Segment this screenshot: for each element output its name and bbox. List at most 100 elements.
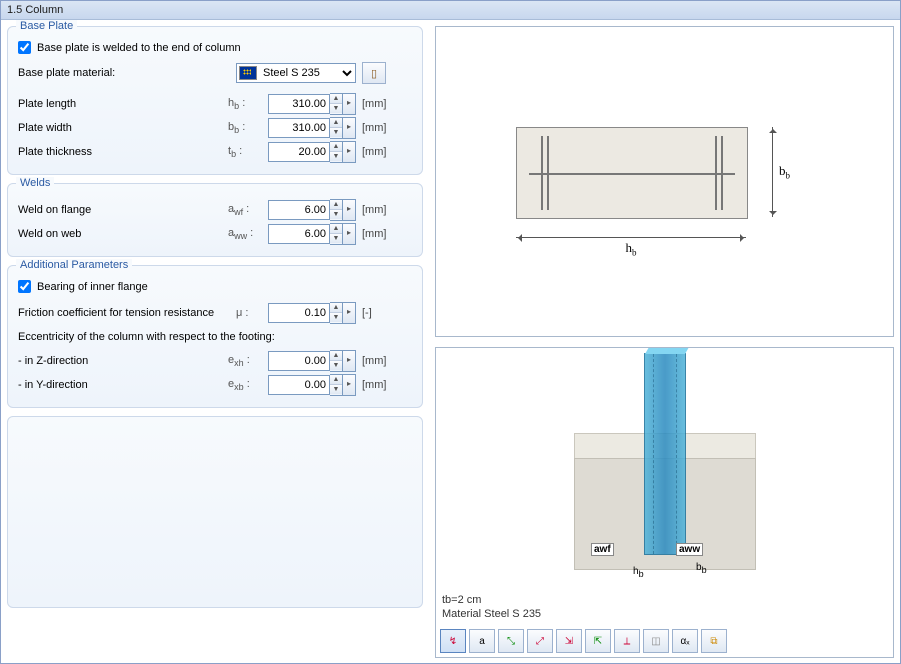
ecc-y-symbol: exb : [228, 378, 268, 392]
iso-info: tb=2 cm Material Steel S 235 [442, 593, 541, 621]
friction-label: Friction coefficient for tension resista… [18, 307, 236, 319]
callout-hb: hb [631, 566, 646, 579]
ecc-z-unit: [mm] [362, 355, 386, 367]
window-title: 1.5 Column [1, 1, 900, 20]
plate-thickness-picker[interactable]: ▸ [343, 141, 356, 163]
weld-flange-input[interactable] [268, 200, 330, 220]
plate-width-label: Plate width [18, 122, 228, 134]
weld-web-picker[interactable]: ▸ [343, 223, 356, 245]
weld-flange-unit: [mm] [362, 204, 386, 216]
plate-length-picker[interactable]: ▸ [343, 93, 356, 115]
friction-picker[interactable]: ▸ [343, 302, 356, 324]
group-title: Welds [16, 177, 54, 189]
iso-icon: ◫ [651, 636, 660, 647]
callout-bb: bb [694, 562, 709, 575]
copy-icon: ⧉ [710, 636, 717, 647]
ecc-y-picker[interactable]: ▸ [343, 374, 356, 396]
plate-thickness-label: Plate thickness [18, 146, 228, 158]
ecc-z-picker[interactable]: ▸ [343, 350, 356, 372]
ecc-z-input[interactable] [268, 351, 330, 371]
group-title: Base Plate [16, 20, 77, 32]
material-library-button[interactable]: ▯ [362, 62, 386, 84]
group-base-plate: Base Plate Base plate is welded to the e… [7, 26, 423, 175]
friction-input[interactable] [268, 303, 330, 323]
text-icon: a [479, 636, 485, 647]
group-welds: Welds Weld on flange awf : ▲▼ ▸ [mm] Wel… [7, 183, 423, 257]
callout-awf: awf [591, 543, 614, 556]
view-x-pos-icon: ⤡ [507, 636, 515, 647]
weld-web-symbol: aww : [228, 227, 268, 241]
weld-flange-picker[interactable]: ▸ [343, 199, 356, 221]
weld-web-stepper[interactable]: ▲▼ [330, 223, 343, 245]
weld-web-input[interactable] [268, 224, 330, 244]
weld-flange-label: Weld on flange [18, 204, 228, 216]
book-icon: ▯ [371, 67, 377, 80]
view-z-icon: ⟂ [624, 636, 631, 647]
copy-image-button[interactable]: ⧉ [701, 629, 727, 653]
view-y-neg-button[interactable]: ⇱ [585, 629, 611, 653]
plate-length-unit: [mm] [362, 98, 386, 110]
weld-flange-symbol: awf : [228, 203, 268, 217]
view-x-pos-button[interactable]: ⤡ [498, 629, 524, 653]
weld-web-label: Weld on web [18, 228, 228, 240]
baseplate-welded-label: Base plate is welded to the end of colum… [37, 42, 241, 54]
material-label: Base plate material: [18, 67, 236, 79]
view-toolbar: ↯ a ⤡ ⤢ ⇲ ⇱ ⟂ ◫ αₓ ⧉ [440, 629, 727, 653]
bearing-label: Bearing of inner flange [37, 281, 148, 293]
plate-width-unit: [mm] [362, 122, 386, 134]
render-icon: αₓ [680, 636, 689, 647]
ecc-z-label: - in Z-direction [18, 355, 228, 367]
view-x-neg-icon: ⤢ [536, 636, 544, 647]
plate-thickness-stepper[interactable]: ▲▼ [330, 141, 343, 163]
eu-flag-icon [239, 66, 257, 80]
baseplate-welded-checkbox[interactable]: Base plate is welded to the end of colum… [18, 41, 412, 54]
weld-flange-stepper[interactable]: ▲▼ [330, 199, 343, 221]
friction-stepper[interactable]: ▲▼ [330, 302, 343, 324]
plate-outline [516, 127, 748, 219]
dim-hb-line [516, 237, 746, 238]
ecc-z-symbol: exh : [228, 354, 268, 368]
ecc-y-label: - in Y-direction [18, 379, 228, 391]
plate-length-label: Plate length [18, 98, 228, 110]
plate-length-stepper[interactable]: ▲▼ [330, 93, 343, 115]
plate-thickness-input[interactable] [268, 142, 330, 162]
plate-width-picker[interactable]: ▸ [343, 117, 356, 139]
column-3d [644, 353, 686, 555]
group-title: Additional Parameters [16, 259, 132, 271]
render-toggle-button[interactable]: αₓ [672, 629, 698, 653]
friction-symbol: μ : [236, 307, 268, 319]
dim-bb-line [772, 127, 773, 217]
view-x-neg-button[interactable]: ⤢ [527, 629, 553, 653]
axis-toggle-button[interactable]: ↯ [440, 629, 466, 653]
dim-hb-label: hb [516, 240, 746, 258]
text-toggle-button[interactable]: a [469, 629, 495, 653]
bearing-input[interactable] [18, 280, 31, 293]
ecc-y-stepper[interactable]: ▲▼ [330, 374, 343, 396]
plate-width-stepper[interactable]: ▲▼ [330, 117, 343, 139]
view-y-neg-icon: ⇱ [594, 636, 602, 647]
ecc-z-stepper[interactable]: ▲▼ [330, 350, 343, 372]
plate-width-input[interactable] [268, 118, 330, 138]
view-z-button[interactable]: ⟂ [614, 629, 640, 653]
baseplate-welded-input[interactable] [18, 41, 31, 54]
weld-web-unit: [mm] [362, 228, 386, 240]
plate-width-symbol: bb : [228, 121, 268, 135]
iso-view-button[interactable]: ◫ [643, 629, 669, 653]
callout-aww: aww [676, 543, 703, 556]
dim-bb-label: bb [779, 163, 790, 181]
empty-panel [7, 416, 423, 608]
group-additional: Additional Parameters Bearing of inner f… [7, 265, 423, 408]
ecc-y-input[interactable] [268, 375, 330, 395]
eccentricity-heading: Eccentricity of the column with respect … [18, 331, 275, 343]
plate-length-input[interactable] [268, 94, 330, 114]
ecc-y-unit: [mm] [362, 379, 386, 391]
view-y-pos-button[interactable]: ⇲ [556, 629, 582, 653]
bearing-checkbox[interactable]: Bearing of inner flange [18, 280, 412, 293]
iso-preview[interactable]: awf aww hb bb tb=2 cm Material Steel S 2… [435, 347, 894, 658]
plate-sketch-preview: hb bb [435, 26, 894, 337]
iso-info-line2: Material Steel S 235 [442, 607, 541, 621]
view-y-pos-icon: ⇲ [565, 636, 573, 647]
plate-thickness-symbol: tb : [228, 145, 268, 159]
plate-thickness-unit: [mm] [362, 146, 386, 158]
iso-info-line1: tb=2 cm [442, 593, 541, 607]
